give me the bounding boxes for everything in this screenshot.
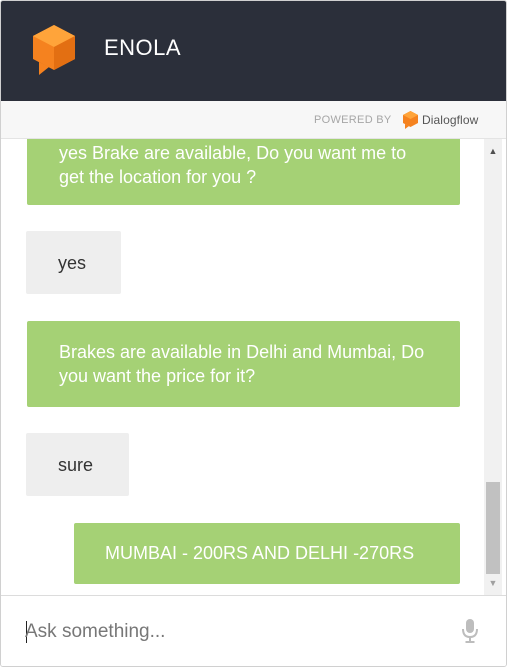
chat-widget: ENOLA POWERED BY Dialogflow yes Brake ar… <box>0 0 507 667</box>
bot-message: Brakes are available in Delhi and Mumbai… <box>27 321 460 407</box>
scrollbar-thumb[interactable] <box>486 482 500 574</box>
query-input[interactable] <box>25 616 445 648</box>
chat-header: ENOLA <box>1 1 506 101</box>
agent-name: ENOLA <box>104 35 182 60</box>
message-scrollbar[interactable]: ▲ ▼ <box>484 139 502 595</box>
powered-by-bar: POWERED BY Dialogflow <box>1 101 506 139</box>
user-message: sure <box>26 433 129 496</box>
scroll-down-arrow-icon[interactable]: ▼ <box>484 575 502 591</box>
dialogflow-icon <box>403 111 418 129</box>
query-bar <box>1 595 506 666</box>
bot-message: MUMBAI - 200RS AND DELHI -270RS <box>74 523 460 584</box>
message-list[interactable]: yes Brake are available, Do you want me … <box>1 139 484 595</box>
scroll-up-arrow-icon[interactable]: ▲ <box>484 143 502 159</box>
microphone-icon[interactable] <box>460 618 480 644</box>
user-message: yes <box>26 231 121 294</box>
dialogflow-brand[interactable]: Dialogflow <box>422 113 478 127</box>
bot-message: yes Brake are available, Do you want me … <box>27 139 460 205</box>
powered-by-label: POWERED BY <box>314 114 392 126</box>
agent-cube-icon <box>33 25 75 75</box>
